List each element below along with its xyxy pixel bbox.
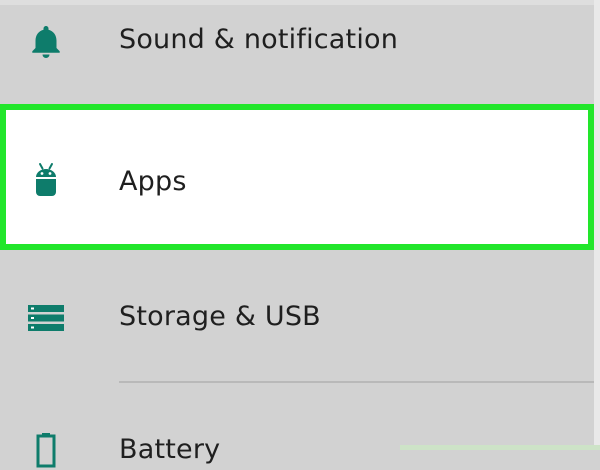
settings-item-label: Apps [119, 166, 187, 197]
settings-item-label: Sound & notification [119, 24, 399, 55]
battery-icon [26, 430, 66, 470]
android-icon [26, 160, 66, 200]
storage-icon [26, 298, 66, 338]
settings-item-apps[interactable]: Apps [0, 104, 594, 250]
bell-icon [26, 20, 66, 60]
settings-item-label: Storage & USB [119, 301, 321, 332]
settings-item-storage-usb[interactable]: Storage & USB [0, 280, 594, 360]
bottom-accent [400, 445, 600, 450]
divider [119, 381, 594, 383]
settings-item-battery[interactable]: Battery [0, 420, 594, 468]
settings-item-sound-notification[interactable]: Sound & notification [0, 0, 594, 90]
scroll-edge [594, 0, 600, 450]
